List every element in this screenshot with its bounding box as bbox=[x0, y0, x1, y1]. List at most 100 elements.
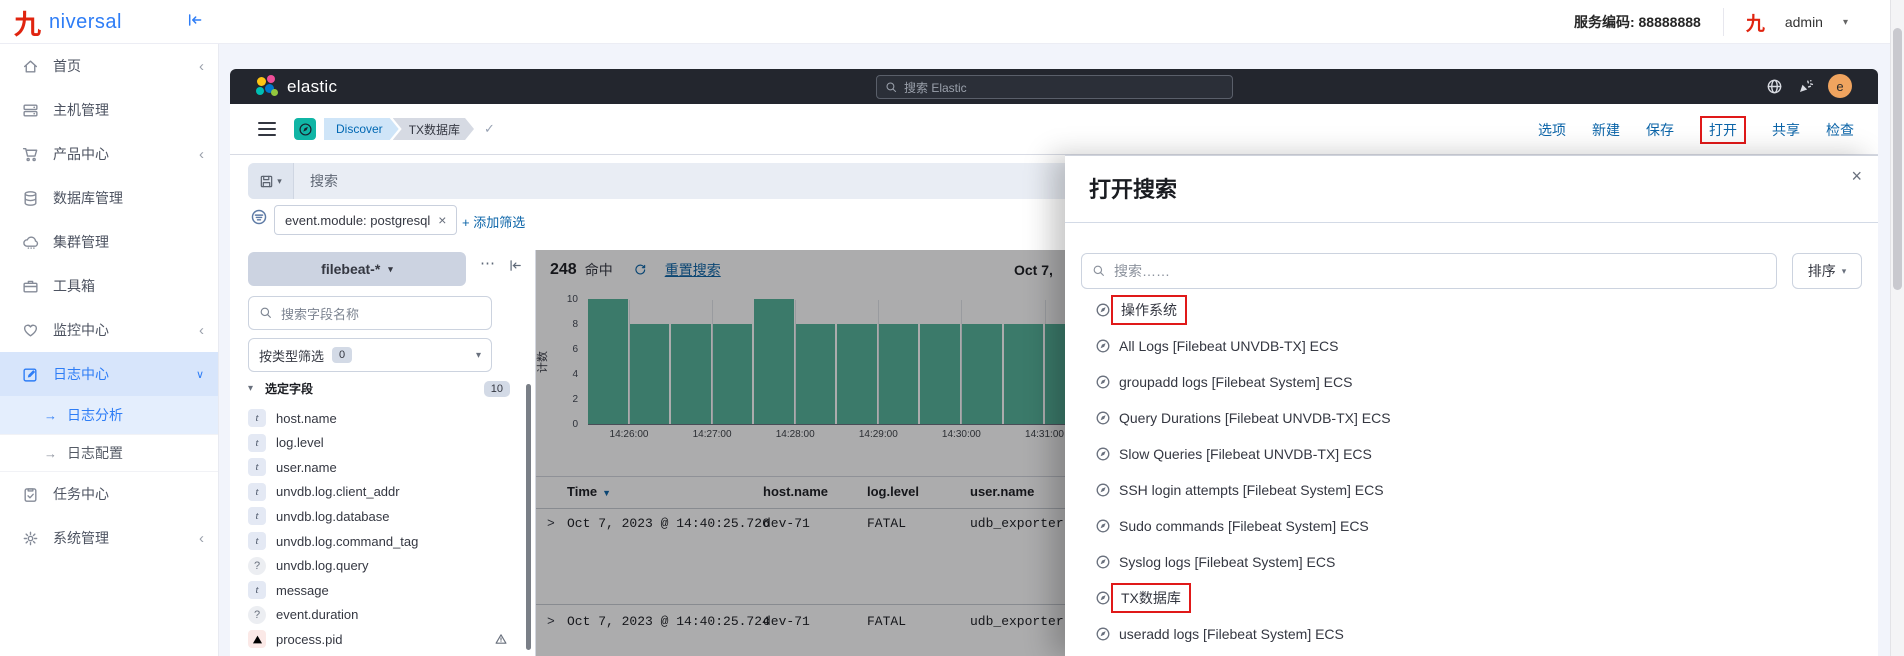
breadcrumb-check-icon: ✓ bbox=[484, 121, 495, 137]
sidebar-item-label: 任务中心 bbox=[53, 484, 109, 504]
sidebar-item-产品中心[interactable]: 产品中心‹ bbox=[0, 132, 218, 176]
saved-search-Sudo commands [Filebeat System] ECS[interactable]: Sudo commands [Filebeat System] ECS bbox=[1065, 508, 1878, 544]
field-type-string-icon: t bbox=[248, 434, 266, 452]
elastic-logo[interactable]: elastic bbox=[256, 75, 337, 99]
sidebar-item-数据库管理[interactable]: 数据库管理 bbox=[0, 176, 218, 220]
field-search-input[interactable]: 搜索字段名称 bbox=[248, 296, 492, 330]
remove-filter-icon[interactable]: × bbox=[438, 212, 446, 228]
saved-search-Query Durations [Filebeat UNVDB-TX] ECS[interactable]: Query Durations [Filebeat UNVDB-TX] ECS bbox=[1065, 400, 1878, 436]
saved-search-useradd logs [Filebeat System] ECS[interactable]: useradd logs [Filebeat System] ECS bbox=[1065, 616, 1878, 652]
action-打开[interactable]: 打开 bbox=[1700, 116, 1746, 144]
action-检查[interactable]: 检查 bbox=[1826, 120, 1854, 140]
saved-search-label: Slow Queries [Filebeat UNVDB-TX] ECS bbox=[1119, 446, 1372, 462]
field-type-string-icon: t bbox=[248, 483, 266, 501]
action-新建[interactable]: 新建 bbox=[1592, 120, 1620, 140]
brand-logo[interactable]: 九 niversal bbox=[14, 0, 122, 44]
sidebar-item-label: 集群管理 bbox=[53, 232, 109, 252]
chevron-left-icon: ‹ bbox=[199, 146, 204, 163]
index-pattern-select[interactable]: filebeat-* ▾ bbox=[248, 252, 466, 286]
user-name[interactable]: admin bbox=[1785, 14, 1823, 30]
sidebar-item-首页[interactable]: 首页‹ bbox=[0, 44, 218, 88]
user-menu-chevron-down-icon[interactable]: ▾ bbox=[1843, 17, 1848, 28]
add-filter-link[interactable]: + 添加筛选 bbox=[462, 212, 525, 231]
page-scrollbar-thumb[interactable] bbox=[1893, 28, 1902, 290]
sidebar-item-日志中心[interactable]: 日志中心∨ bbox=[0, 352, 218, 396]
field-name: unvdb.log.query bbox=[276, 558, 369, 573]
field-item-unvdb.log.command_tag[interactable]: tunvdb.log.command_tag bbox=[248, 529, 508, 553]
action-保存[interactable]: 保存 bbox=[1646, 120, 1674, 140]
field-type-unknown-icon: ? bbox=[248, 606, 266, 624]
sort-chevron-down-icon: ▾ bbox=[1842, 266, 1847, 277]
filter-options-icon[interactable] bbox=[250, 208, 268, 226]
filter-pill[interactable]: event.module: postgresql × bbox=[274, 205, 457, 235]
action-选项[interactable]: 选项 bbox=[1538, 120, 1566, 140]
saved-search-compass-icon bbox=[1095, 374, 1111, 390]
chevron-down-icon: ∨ bbox=[196, 368, 204, 381]
field-type-string-icon: t bbox=[248, 581, 266, 599]
sidebar-item-集群管理[interactable]: 集群管理 bbox=[0, 220, 218, 264]
field-item-user.name[interactable]: tuser.name bbox=[248, 455, 508, 479]
sidebar-subitem-label: 日志配置 bbox=[67, 443, 123, 463]
close-icon[interactable]: × bbox=[1851, 166, 1862, 187]
saved-search-SSH login attempts [Filebeat System] ECS[interactable]: SSH login attempts [Filebeat System] ECS bbox=[1065, 472, 1878, 508]
discover-app-icon[interactable] bbox=[294, 118, 316, 140]
sidebar-item-工具箱[interactable]: 工具箱 bbox=[0, 264, 218, 308]
avatar[interactable]: e bbox=[1828, 74, 1852, 98]
sidebar-item-主机管理[interactable]: 主机管理 bbox=[0, 88, 218, 132]
field-item-log.level[interactable]: tlog.level bbox=[248, 431, 508, 455]
saved-search-compass-icon bbox=[1095, 590, 1111, 606]
page-scrollbar[interactable] bbox=[1890, 0, 1904, 656]
sidebar-item-任务中心[interactable]: 任务中心 bbox=[0, 472, 218, 516]
field-type-string-icon: t bbox=[248, 507, 266, 525]
field-item-unvdb.log.query[interactable]: ?unvdb.log.query bbox=[248, 554, 508, 578]
field-item-event.duration[interactable]: ?event.duration bbox=[248, 603, 508, 627]
action-共享[interactable]: 共享 bbox=[1772, 120, 1800, 140]
elastic-global-search-input[interactable]: 搜索 Elastic bbox=[876, 75, 1233, 99]
sidebar-item-监控中心[interactable]: 监控中心‹ bbox=[0, 308, 218, 352]
saved-query-button[interactable]: ▾ bbox=[248, 163, 294, 199]
selected-fields-header[interactable]: ▾ 选定字段 10 bbox=[248, 380, 510, 397]
field-item-unvdb.log.client_addr[interactable]: tunvdb.log.client_addr bbox=[248, 480, 508, 504]
saved-search-Syslog logs [Filebeat System] ECS[interactable]: Syslog logs [Filebeat System] ECS bbox=[1065, 544, 1878, 580]
field-item-host.name[interactable]: thost.name bbox=[248, 406, 508, 430]
saved-search-Slow Queries [Filebeat UNVDB-TX] ECS[interactable]: Slow Queries [Filebeat UNVDB-TX] ECS bbox=[1065, 436, 1878, 472]
sidebar-subitem-日志分析[interactable]: →日志分析 bbox=[0, 396, 218, 434]
query-input-placeholder: 搜索 bbox=[310, 171, 338, 191]
field-item-message[interactable]: tmessage bbox=[248, 578, 508, 602]
saved-search-label: useradd logs [Filebeat System] ECS bbox=[1119, 626, 1344, 642]
saved-search-TX数据库[interactable]: TX数据库 bbox=[1065, 580, 1878, 616]
newsfeed-party-icon[interactable] bbox=[1797, 78, 1814, 95]
field-item-unvdb.log.database[interactable]: tunvdb.log.database bbox=[248, 504, 508, 528]
saved-search-compass-icon bbox=[1095, 338, 1111, 354]
fields-scrollbar[interactable] bbox=[526, 384, 531, 650]
fields-panel: filebeat-* ▾ ⋯ 搜索字段名称 按类型筛选 0 ▾ ▾ 选定字段 bbox=[230, 250, 536, 656]
warning-icon bbox=[494, 632, 508, 646]
sidebar-item-label: 工具箱 bbox=[53, 276, 95, 296]
flyout-search-input[interactable]: 搜索…… bbox=[1081, 253, 1777, 289]
cloud-icon bbox=[22, 234, 39, 251]
filter-by-type-select[interactable]: 按类型筛选 0 ▾ bbox=[248, 338, 492, 372]
sidebar-item-系统管理[interactable]: 系统管理‹ bbox=[0, 516, 218, 560]
sidebar-item-label: 数据库管理 bbox=[53, 188, 123, 208]
top-bar: 九 niversal 服务编码: 88888888 九 admin ▾ bbox=[0, 0, 1904, 44]
saved-search-All Logs [Filebeat UNVDB-TX] ECS[interactable]: All Logs [Filebeat UNVDB-TX] ECS bbox=[1065, 328, 1878, 364]
sidebar-collapse-icon[interactable] bbox=[186, 11, 204, 29]
topbar-right: 服务编码: 88888888 九 admin ▾ bbox=[1574, 0, 1848, 44]
brand-name: niversal bbox=[49, 11, 122, 34]
menu-hamburger-icon[interactable] bbox=[258, 122, 276, 136]
sort-button[interactable]: 排序 ▾ bbox=[1792, 253, 1862, 289]
app-root: 九 niversal 服务编码: 88888888 九 admin ▾ 首页‹主… bbox=[0, 0, 1904, 656]
saved-search-操作系统[interactable]: 操作系统 bbox=[1065, 292, 1878, 328]
collapse-fields-icon[interactable] bbox=[508, 258, 523, 273]
elastic-logo-text: elastic bbox=[287, 77, 337, 97]
breadcrumb-page[interactable]: TX数据库 bbox=[393, 118, 474, 140]
sidebar-subitem-日志配置[interactable]: →日志配置 bbox=[0, 434, 218, 472]
saved-search-compass-icon bbox=[1095, 302, 1111, 318]
heart-icon bbox=[22, 322, 39, 339]
field-item-process.pid[interactable]: process.pid bbox=[248, 627, 508, 651]
index-options-dots-icon[interactable]: ⋯ bbox=[480, 254, 496, 272]
help-globe-icon[interactable] bbox=[1766, 78, 1783, 95]
sidebar: 首页‹主机管理产品中心‹ 数据库管理集群管理工具箱监控中心‹日志中心∨→日志分析→… bbox=[0, 44, 219, 656]
saved-search-groupadd logs [Filebeat System] ECS[interactable]: groupadd logs [Filebeat System] ECS bbox=[1065, 364, 1878, 400]
breadcrumb-app[interactable]: Discover bbox=[324, 118, 399, 140]
